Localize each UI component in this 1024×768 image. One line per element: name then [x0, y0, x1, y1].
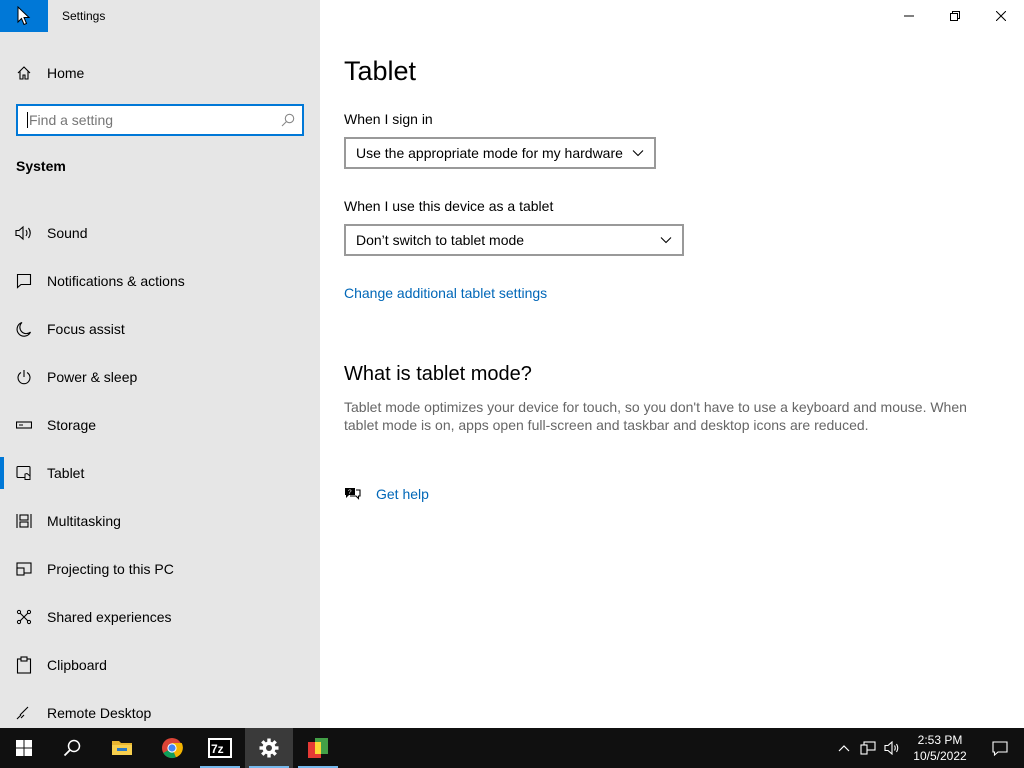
minimize-icon — [904, 15, 914, 17]
sidebar-item-multitasking[interactable]: Multitasking — [0, 497, 320, 545]
svg-text:?: ? — [348, 489, 352, 496]
search-icon[interactable] — [274, 113, 302, 127]
sidebar-item-label: Power & sleep — [47, 369, 138, 385]
shared-experiences-icon — [0, 609, 47, 625]
action-center-button[interactable] — [976, 728, 1024, 768]
storage-icon — [0, 420, 47, 430]
power-icon — [0, 369, 47, 385]
sidebar-item-label: Clipboard — [47, 657, 107, 673]
taskbar-search-button[interactable] — [48, 728, 96, 768]
restore-icon — [950, 11, 960, 21]
app-title: Settings — [62, 9, 106, 23]
sidebar-item-notifications[interactable]: Notifications & actions — [0, 257, 320, 305]
clipboard-icon — [0, 656, 47, 674]
section-label: System — [16, 158, 66, 174]
sidebar-item-projecting[interactable]: Projecting to this PC — [0, 545, 320, 593]
notification-icon — [992, 740, 1008, 756]
dropdown-value: Don’t switch to tablet mode — [356, 232, 525, 248]
start-icon — [16, 740, 32, 756]
text-caret — [27, 112, 28, 128]
sidebar-item-storage[interactable]: Storage — [0, 401, 320, 449]
sidebar-item-sound[interactable]: Sound — [0, 209, 320, 257]
dropdown-value: Use the appropriate mode for my hardware — [356, 145, 623, 161]
search-input[interactable] — [29, 112, 274, 128]
sidebar-item-shared-experiences[interactable]: Shared experiences — [0, 593, 320, 641]
taskbar-settings[interactable] — [245, 728, 293, 768]
search-icon — [63, 739, 81, 757]
sidebar-item-label: Tablet — [47, 465, 85, 481]
svg-text:7z: 7z — [211, 742, 224, 756]
what-is-tablet-mode-heading: What is tablet mode? — [344, 363, 532, 385]
back-button[interactable] — [0, 0, 48, 32]
sign-in-dropdown[interactable]: Use the appropriate mode for my hardware — [344, 137, 656, 169]
close-button[interactable] — [978, 0, 1024, 32]
file-explorer-icon — [112, 741, 132, 755]
chevron-up-icon[interactable] — [832, 728, 856, 768]
page-title: Tablet — [344, 56, 417, 86]
chevron-down-icon — [632, 150, 644, 157]
clock-date: 10/5/2022 — [913, 749, 967, 763]
moon-icon — [0, 321, 47, 337]
7zip-icon: 7z — [208, 738, 232, 758]
sidebar-item-tablet[interactable]: Tablet — [0, 449, 320, 497]
get-help-row[interactable]: ? Get help — [344, 486, 429, 502]
taskbar: 7z 2:53 PM 10/5/2022 — [0, 728, 1024, 768]
network-icon[interactable] — [856, 728, 880, 768]
taskbar-chrome[interactable] — [148, 728, 196, 768]
home-icon — [0, 65, 47, 81]
sidebar: Settings Home System Sound Notifications… — [0, 0, 320, 728]
sidebar-item-clipboard[interactable]: Clipboard — [0, 641, 320, 689]
change-additional-settings-link[interactable]: Change additional tablet settings — [344, 285, 547, 301]
close-icon — [996, 11, 1006, 21]
remote-desktop-icon — [0, 705, 47, 721]
app-icon — [308, 738, 328, 758]
tablet-use-label: When I use this device as a tablet — [344, 198, 554, 214]
settings-icon — [259, 738, 279, 758]
start-button[interactable] — [0, 728, 48, 768]
clock[interactable]: 2:53 PM 10/5/2022 — [904, 732, 976, 764]
cursor-icon — [17, 6, 31, 26]
restore-button[interactable] — [932, 0, 978, 32]
sidebar-nav: Sound Notifications & actions Focus assi… — [0, 209, 320, 737]
system-tray: 2:53 PM 10/5/2022 — [832, 728, 1024, 768]
sidebar-item-label: Focus assist — [47, 321, 125, 337]
sidebar-item-focus-assist[interactable]: Focus assist — [0, 305, 320, 353]
sidebar-item-label: Sound — [47, 225, 88, 241]
chevron-down-icon — [660, 237, 672, 244]
volume-icon[interactable] — [880, 728, 904, 768]
search-box[interactable] — [16, 104, 304, 136]
home-label: Home — [47, 65, 85, 81]
sign-in-label: When I sign in — [344, 111, 433, 127]
taskbar-file-explorer[interactable] — [98, 728, 146, 768]
get-help-link[interactable]: Get help — [376, 486, 429, 502]
speaker-icon — [0, 225, 47, 241]
window-controls — [886, 0, 1024, 32]
notification-icon — [0, 273, 47, 289]
sidebar-item-label: Projecting to this PC — [47, 561, 174, 577]
sidebar-item-home[interactable]: Home — [0, 57, 320, 89]
taskbar-app[interactable] — [294, 728, 342, 768]
sidebar-item-label: Notifications & actions — [47, 273, 185, 289]
clock-time: 2:53 PM — [917, 733, 963, 747]
sidebar-item-label: Storage — [47, 417, 97, 433]
chrome-icon — [162, 738, 183, 759]
tablet-use-dropdown[interactable]: Don’t switch to tablet mode — [344, 224, 684, 256]
minimize-button[interactable] — [886, 0, 932, 32]
multitasking-icon — [0, 513, 47, 529]
projecting-icon — [0, 561, 47, 577]
sidebar-item-label: Shared experiences — [47, 609, 172, 625]
sidebar-item-label: Remote Desktop — [47, 705, 152, 721]
sidebar-item-label: Multitasking — [47, 513, 121, 529]
sidebar-item-power-sleep[interactable]: Power & sleep — [0, 353, 320, 401]
tablet-icon — [0, 465, 47, 481]
tablet-mode-description: Tablet mode optimizes your device for to… — [344, 399, 967, 433]
taskbar-7zip[interactable]: 7z — [196, 728, 244, 768]
chat-help-icon: ? — [345, 488, 361, 500]
